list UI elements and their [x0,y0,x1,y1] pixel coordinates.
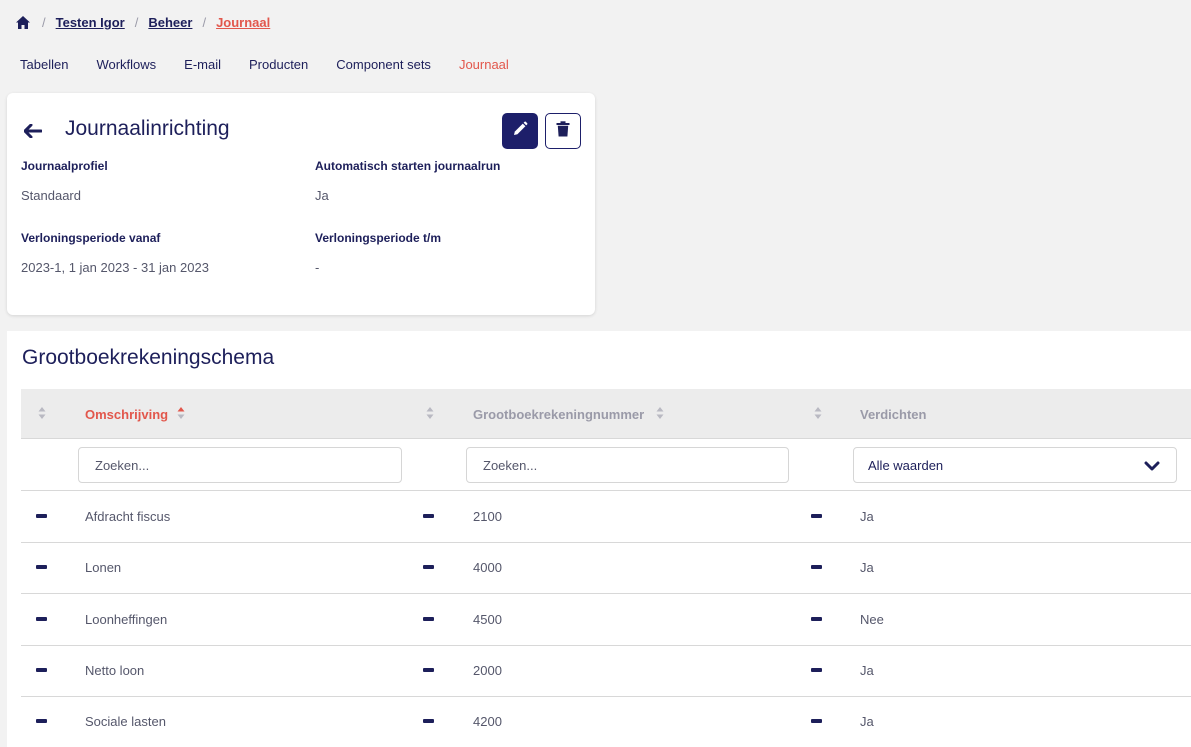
tab-workflows[interactable]: Workflows [96,57,156,72]
minus-icon[interactable] [423,514,434,518]
number-search-input[interactable] [466,447,789,483]
breadcrumb-separator: / [202,14,207,30]
minus-icon[interactable] [811,719,822,723]
cell-number: 4000 [473,560,502,575]
delete-button[interactable] [545,113,581,149]
breadcrumb-link-company[interactable]: Testen Igor [56,15,125,30]
cell-description: Netto loon [85,663,145,678]
pencil-icon [512,121,528,142]
cell-condense: Nee [860,612,884,627]
sort-icon[interactable] [814,406,822,420]
cell-number: 4200 [473,714,502,729]
minus-icon[interactable] [811,514,822,518]
minus-icon[interactable] [36,514,47,518]
cell-description: Afdracht fiscus [85,509,171,524]
minus-icon[interactable] [423,565,434,569]
tab-tabellen[interactable]: Tabellen [20,57,68,72]
minus-icon[interactable] [36,565,47,569]
row-divider [21,593,1191,594]
period-to-label: Verloningsperiode t/m [315,231,442,245]
sort-ascending-icon[interactable] [177,406,185,420]
minus-icon[interactable] [811,565,822,569]
breadcrumb-separator: / [42,14,46,30]
minus-icon[interactable] [811,617,822,621]
minus-icon[interactable] [36,668,47,672]
minus-icon[interactable] [811,668,822,672]
period-from-label: Verloningsperiode vanaf [21,231,161,245]
cell-description: Loonheffingen [85,612,168,627]
row-divider [21,490,1191,491]
autostart-value: Ja [315,188,329,203]
cell-condense: Ja [860,714,874,729]
cell-description: Sociale lasten [85,714,166,729]
minus-icon[interactable] [423,617,434,621]
minus-icon[interactable] [36,719,47,723]
minus-icon[interactable] [423,668,434,672]
row-divider [21,542,1191,543]
cell-condense: Ja [860,663,874,678]
back-arrow-icon[interactable] [24,122,46,140]
autostart-label: Automatisch starten journaalrun [315,159,501,173]
breadcrumb-link-beheer[interactable]: Beheer [148,15,192,30]
ledger-title: Grootboekrekeningschema [22,346,275,369]
tab-producten[interactable]: Producten [249,57,308,72]
chevron-down-icon [1144,459,1160,473]
trash-icon [556,120,570,142]
journal-profile-label: Journaalprofiel [21,159,108,173]
cell-condense: Ja [860,560,874,575]
minus-icon[interactable] [36,617,47,621]
column-header-number[interactable]: Grootboekrekeningnummer [473,407,644,422]
cell-number: 2000 [473,663,502,678]
row-divider [21,696,1191,697]
edit-button[interactable] [502,113,538,149]
tab-journaal[interactable]: Journaal [459,57,509,72]
period-from-value: 2023-1, 1 jan 2023 - 31 jan 2023 [21,260,209,275]
sort-icon[interactable] [656,406,664,420]
sort-icon[interactable] [426,406,434,420]
description-search-input[interactable] [78,447,402,483]
breadcrumb-current[interactable]: Journaal [216,15,270,30]
tab-email[interactable]: E-mail [184,57,221,72]
home-icon[interactable] [14,13,32,31]
breadcrumb-separator: / [134,14,139,30]
column-header-description[interactable]: Omschrijving [85,407,168,422]
cell-number: 4500 [473,612,502,627]
column-header-condense[interactable]: Verdichten [860,407,926,422]
minus-icon[interactable] [423,719,434,723]
condense-filter-select[interactable]: Alle waarden [853,447,1177,483]
breadcrumb: / Testen Igor / Beheer / Journaal [14,12,270,32]
cell-number: 2100 [473,509,502,524]
tab-component-sets[interactable]: Component sets [336,57,431,72]
journal-profile-value: Standaard [21,188,81,203]
row-divider [21,645,1191,646]
tab-bar: Tabellen Workflows E-mail Producten Comp… [20,57,537,72]
cell-description: Lonen [85,560,122,575]
cell-condense: Ja [860,509,874,524]
period-to-value: - [315,260,320,275]
page-title: Journaalinrichting [65,117,230,140]
sort-icon[interactable] [38,406,46,420]
condense-filter-value: Alle waarden [868,458,944,473]
